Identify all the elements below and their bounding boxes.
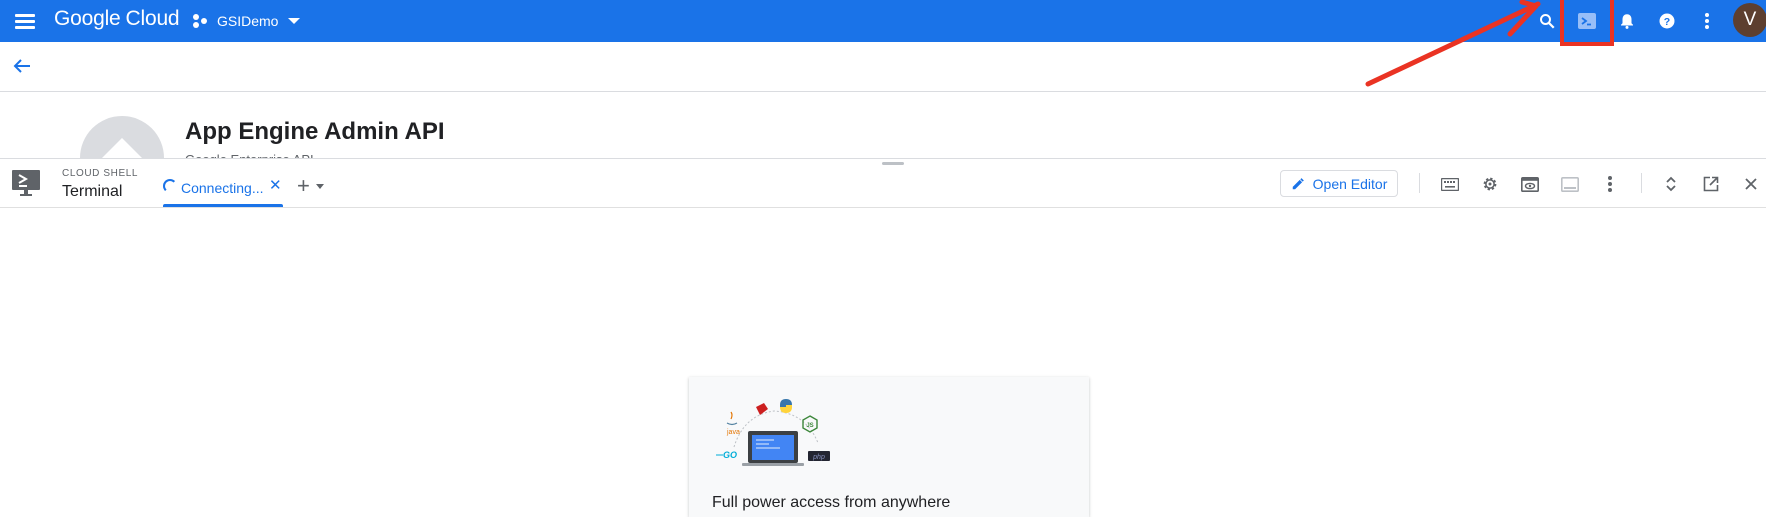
expand-collapse-icon[interactable] xyxy=(1659,172,1683,196)
tab-connecting[interactable]: Connecting... ✕ xyxy=(163,159,283,207)
chevron-down-icon xyxy=(288,18,301,24)
toolbar-divider xyxy=(1419,173,1420,193)
close-icon[interactable]: ✕ xyxy=(269,178,282,193)
open-editor-button[interactable]: Open Editor xyxy=(1280,170,1398,197)
project-dots-icon xyxy=(193,14,209,28)
svg-text:?: ? xyxy=(1664,16,1670,28)
add-tab-button[interactable]: + xyxy=(297,173,337,198)
js-label: JS xyxy=(806,423,813,429)
active-tab-indicator xyxy=(163,204,283,207)
chevron-down-icon xyxy=(315,183,324,189)
settings-icon[interactable] xyxy=(1478,172,1502,196)
more-vert-icon[interactable] xyxy=(1598,172,1622,196)
tab-label: Connecting... xyxy=(181,180,264,196)
cloud-shell-header: CLOUD SHELL Terminal Connecting... ✕ + O… xyxy=(0,159,1766,208)
help-icon[interactable]: ? xyxy=(1654,8,1680,34)
more-vert-icon[interactable] xyxy=(1694,8,1720,34)
back-arrow-icon[interactable] xyxy=(10,54,34,78)
project-name: GSIDemo xyxy=(217,13,279,29)
java-label: java xyxy=(726,429,740,436)
google-cloud-logo[interactable]: Google Cloud xyxy=(54,7,180,31)
web-preview-icon[interactable] xyxy=(1518,172,1542,196)
toolbar-divider xyxy=(1641,173,1642,193)
brand-cloud: Cloud xyxy=(125,7,180,30)
project-selector[interactable]: GSIDemo xyxy=(193,9,301,33)
terminal-monitor-icon xyxy=(11,169,41,199)
brand-google: Google xyxy=(54,7,121,30)
cloud-shell-title: Terminal xyxy=(62,183,123,200)
highlight-box xyxy=(1560,0,1614,46)
cloud-shell-illustration: java JS GO php xyxy=(716,399,830,466)
page-header xyxy=(0,42,1766,92)
cloud-shell-panel: CLOUD SHELL Terminal Connecting... ✕ + O… xyxy=(0,158,1766,517)
pencil-icon xyxy=(1292,177,1304,189)
welcome-card-text: Full power access from anywhere xyxy=(712,494,951,511)
plus-icon: + xyxy=(297,173,310,198)
close-icon[interactable] xyxy=(1739,172,1763,196)
open-editor-label: Open Editor xyxy=(1312,175,1388,192)
php-label: php xyxy=(812,454,825,461)
welcome-card: java JS GO php Full power access from an… xyxy=(689,377,1089,517)
keyboard-icon[interactable] xyxy=(1438,172,1462,196)
notifications-bell-icon[interactable] xyxy=(1614,8,1640,34)
menu-icon[interactable] xyxy=(13,9,37,33)
cloud-shell-label: CLOUD SHELL xyxy=(62,168,139,179)
loading-spinner-icon xyxy=(163,179,177,193)
page-title: App Engine Admin API xyxy=(185,118,445,145)
avatar[interactable]: V xyxy=(1733,3,1766,37)
go-label: GO xyxy=(723,450,737,460)
minimize-panel-icon[interactable] xyxy=(1558,172,1582,196)
open-in-new-window-icon[interactable] xyxy=(1699,172,1723,196)
